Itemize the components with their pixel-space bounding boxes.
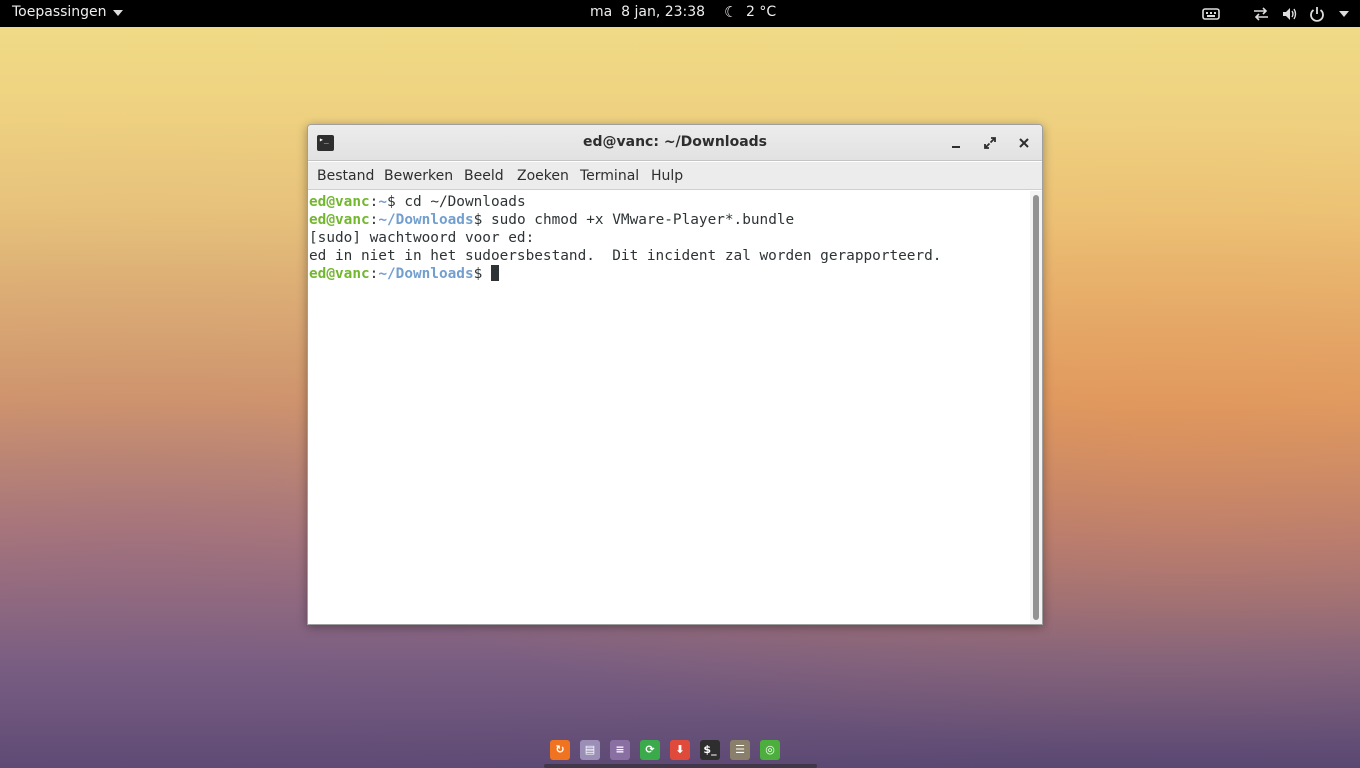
- network-icon[interactable]: [1252, 6, 1270, 22]
- prompt-path: ~/Downloads: [378, 266, 474, 282]
- terminal-output[interactable]: ed@vanc:~$ cd ~/Downloads ed@vanc:~/Down…: [308, 191, 1030, 624]
- minimize-button[interactable]: [946, 133, 966, 153]
- settings-icon[interactable]: ≡: [610, 740, 630, 760]
- terminal-line: ed@vanc:~$ cd ~/Downloads: [308, 193, 1030, 211]
- chevron-down-icon: [112, 10, 123, 16]
- top-bar: Toepassingen ma 8 jan, 23:38 ☾ 2 °C: [0, 0, 1360, 27]
- terminal-line: [sudo] wachtwoord voor ed:: [309, 230, 535, 246]
- menu-bar: Bestand Bewerken Beeld Zoeken Terminal H…: [308, 162, 1042, 190]
- command-text: $ cd ~/Downloads: [387, 194, 526, 210]
- menu-bestand[interactable]: Bestand: [317, 168, 374, 184]
- gimp-icon[interactable]: ☰: [730, 740, 750, 760]
- update-icon[interactable]: ⟳: [640, 740, 660, 760]
- system-menu-chevron-down-icon[interactable]: [1339, 11, 1349, 17]
- volume-icon[interactable]: [1281, 6, 1299, 22]
- title-bar[interactable]: ▸_ ed@vanc: ~/Downloads: [308, 125, 1042, 161]
- files-icon[interactable]: ▤: [580, 740, 600, 760]
- scrollbar[interactable]: [1030, 191, 1042, 624]
- command-text: $ sudo chmod +x VMware-Player*.bundle: [473, 212, 795, 228]
- applications-menu[interactable]: Toepassingen: [12, 4, 123, 20]
- prompt-path: ~/Downloads: [378, 212, 474, 228]
- menu-terminal[interactable]: Terminal: [580, 168, 639, 184]
- dock-background: [544, 764, 817, 768]
- close-button[interactable]: [1014, 133, 1034, 153]
- applications-menu-label: Toepassingen: [12, 4, 107, 20]
- clock[interactable]: ma 8 jan, 23:38: [590, 4, 705, 20]
- menu-zoeken[interactable]: Zoeken: [517, 168, 569, 184]
- maximize-icon: [984, 137, 996, 149]
- firefox-icon[interactable]: ↻: [550, 740, 570, 760]
- command-text: $: [473, 266, 491, 282]
- terminal-line: ed@vanc:~/Downloads$: [308, 265, 1030, 283]
- download-icon[interactable]: ⬇: [670, 740, 690, 760]
- power-icon[interactable]: [1309, 6, 1325, 22]
- minimize-icon: [952, 146, 960, 148]
- terminal-line: ed@vanc:~/Downloads$ sudo chmod +x VMwar…: [308, 211, 1030, 229]
- rss-icon[interactable]: ◎: [760, 740, 780, 760]
- maximize-button[interactable]: [980, 133, 1000, 153]
- prompt-path: ~: [378, 194, 387, 210]
- temperature[interactable]: 2 °C: [746, 4, 776, 20]
- scrollbar-thumb[interactable]: [1033, 195, 1039, 620]
- prompt-user: ed@vanc: [309, 212, 370, 228]
- prompt-user: ed@vanc: [309, 266, 370, 282]
- prompt-user: ed@vanc: [309, 194, 370, 210]
- window-title: ed@vanc: ~/Downloads: [582, 134, 768, 150]
- keyboard-icon[interactable]: [1202, 6, 1220, 22]
- terminal-window: ▸_ ed@vanc: ~/Downloads Bestand Bewerken…: [307, 124, 1043, 625]
- menu-hulp[interactable]: Hulp: [651, 168, 683, 184]
- text-cursor: [490, 265, 499, 281]
- menu-beeld[interactable]: Beeld: [464, 168, 504, 184]
- terminal-line: ed in niet in het sudoersbestand. Dit in…: [309, 248, 942, 264]
- menu-bewerken[interactable]: Bewerken: [384, 168, 453, 184]
- terminal-icon[interactable]: $_: [700, 740, 720, 760]
- close-icon: [1019, 138, 1029, 148]
- dock: ↻ ▤ ≡ ⟳ ⬇ $_ ☰ ◎: [544, 738, 817, 768]
- moon-icon[interactable]: ☾: [724, 3, 737, 21]
